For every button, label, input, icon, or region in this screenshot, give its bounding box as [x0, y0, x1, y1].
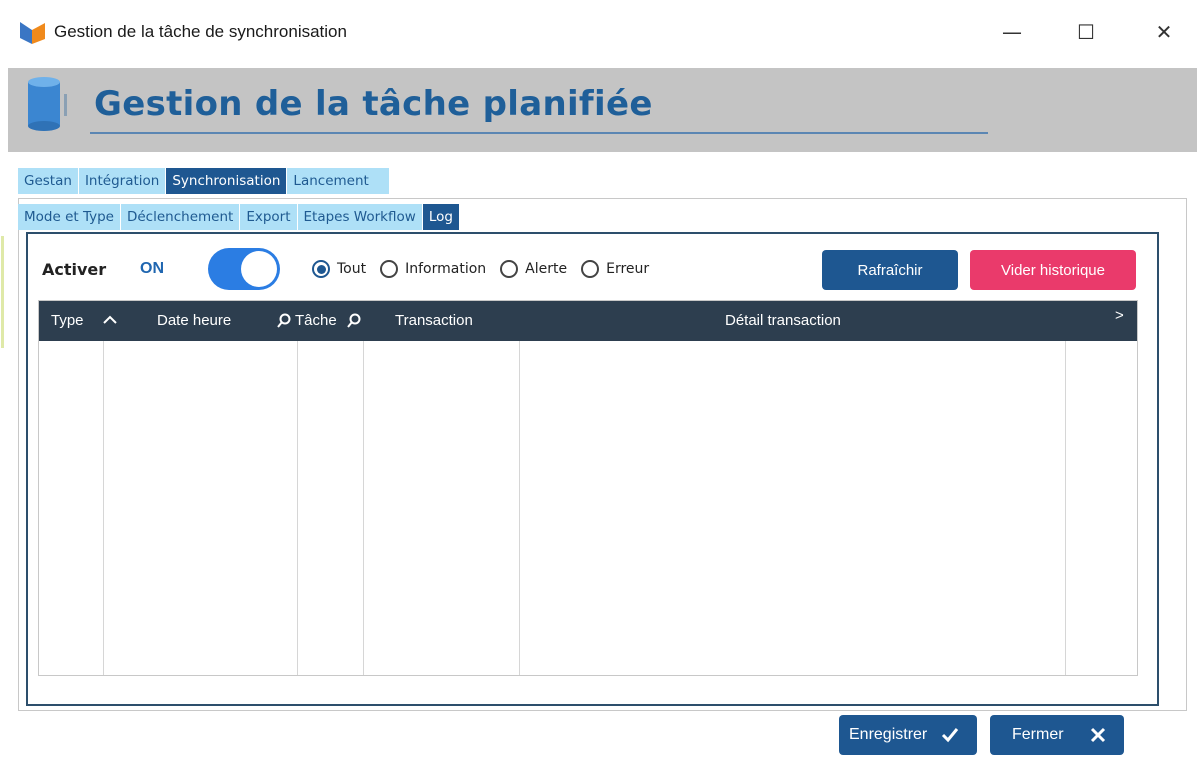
close-window-button[interactable]: ✕ — [1142, 14, 1186, 50]
filter-information-label: Information — [405, 261, 487, 277]
minimize-icon: — — [1002, 20, 1022, 44]
column-divider — [103, 341, 104, 675]
close-icon: ✕ — [1155, 20, 1173, 44]
maximize-icon: ☐ — [1077, 20, 1095, 44]
sub-tabs: Mode et Type Déclenchement Export Etapes… — [18, 204, 460, 230]
filter-tout-label: Tout — [337, 261, 367, 277]
sort-ascending-icon[interactable] — [103, 315, 117, 325]
save-label: Enregistrer — [849, 726, 928, 743]
column-divider — [519, 341, 520, 675]
radio-checked-icon — [312, 260, 330, 278]
subtab-etapes-workflow[interactable]: Etapes Workflow — [297, 204, 423, 230]
edge-accent — [1, 236, 4, 348]
column-transaction[interactable]: Transaction — [395, 312, 473, 329]
filter-alerte-label: Alerte — [525, 261, 568, 277]
title-underline — [90, 132, 988, 134]
filter-erreur-label: Erreur — [606, 261, 650, 277]
page-title: Gestion de la tâche planifiée — [94, 84, 653, 124]
header-banner: Gestion de la tâche planifiée — [8, 68, 1197, 152]
tab-synchronisation[interactable]: Synchronisation — [166, 168, 288, 194]
subtab-mode-et-type[interactable]: Mode et Type — [18, 204, 121, 230]
clear-history-button[interactable]: Vider historique — [970, 250, 1136, 290]
table-header: Type Date heure Tâche Transaction Détail… — [39, 301, 1137, 341]
radio-unchecked-icon — [380, 260, 399, 278]
checkmark-icon — [942, 728, 959, 743]
column-divider — [1065, 341, 1066, 675]
activer-label: Activer — [42, 260, 107, 279]
log-panel: Activer ON Tout Information Alerte Erreu… — [26, 232, 1159, 706]
refresh-button[interactable]: Rafraîchir — [822, 250, 958, 290]
filter-erreur[interactable]: Erreur — [581, 260, 649, 278]
main-tabs: Gestan Intégration Synchronisation Lance… — [18, 168, 391, 194]
minimize-button[interactable]: — — [990, 14, 1034, 50]
column-divider — [297, 341, 298, 675]
activer-toggle[interactable] — [208, 248, 280, 290]
close-label: Fermer — [1012, 726, 1064, 743]
filter-tout[interactable]: Tout — [312, 260, 366, 278]
search-icon[interactable] — [347, 313, 361, 329]
filter-information[interactable]: Information — [380, 260, 486, 278]
column-detail-transaction[interactable]: Détail transaction — [725, 312, 841, 329]
subtab-declenchement[interactable]: Déclenchement — [120, 204, 241, 230]
main-content: Gestan Intégration Synchronisation Lance… — [8, 152, 1197, 770]
log-filter-group: Tout Information Alerte Erreur — [312, 260, 663, 278]
log-table: Type Date heure Tâche Transaction Détail… — [38, 300, 1138, 676]
tab-gestan[interactable]: Gestan — [18, 168, 79, 194]
app-logo-icon — [20, 22, 45, 44]
column-type[interactable]: Type — [51, 312, 84, 329]
toggle-state-label: ON — [140, 260, 164, 277]
radio-unchecked-icon — [581, 260, 600, 278]
column-date-heure[interactable]: Date heure — [157, 312, 231, 329]
tab-lancement[interactable]: Lancement — [287, 168, 391, 194]
close-x-icon — [1090, 727, 1105, 743]
chevron-right-icon[interactable]: > — [1115, 307, 1124, 324]
search-icon[interactable] — [277, 313, 291, 329]
filter-alerte[interactable]: Alerte — [500, 260, 567, 278]
subtab-export[interactable]: Export — [240, 204, 298, 230]
maximize-button[interactable]: ☐ — [1064, 14, 1108, 50]
tab-integration[interactable]: Intégration — [78, 168, 167, 194]
window-title: Gestion de la tâche de synchronisation — [54, 22, 347, 41]
radio-unchecked-icon — [500, 260, 519, 278]
window-titlebar: Gestion de la tâche de synchronisation —… — [0, 0, 1197, 68]
toggle-knob — [241, 251, 277, 287]
subtab-log[interactable]: Log — [422, 204, 460, 230]
close-button[interactable]: Fermer — [990, 715, 1124, 755]
column-divider — [363, 341, 364, 675]
save-button[interactable]: Enregistrer — [839, 715, 977, 755]
column-tache[interactable]: Tâche — [295, 312, 337, 329]
window-left-edge — [0, 0, 8, 770]
database-icon — [28, 77, 67, 131]
